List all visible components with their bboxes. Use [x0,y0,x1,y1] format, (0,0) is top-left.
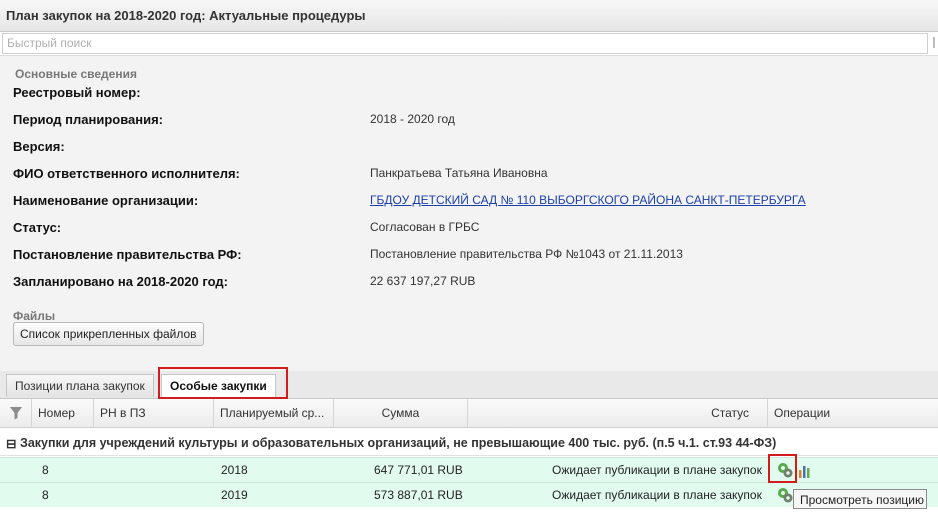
quick-search[interactable] [2,33,928,54]
column-header-planned[interactable]: Планируемый ср... [214,399,334,427]
window-title: План закупок на 2018-2020 год: Актуальны… [6,8,366,23]
search-input[interactable] [3,34,911,51]
column-header-sum[interactable]: Сумма [334,399,468,427]
field-label-planned-total: Запланировано на 2018-2020 год: [13,274,228,289]
field-value-executor: Панкратьева Татьяна Ивановна [370,166,548,180]
cell-number: 8 [42,488,49,502]
cell-sum: 573 887,01 RUB [374,488,463,502]
field-value-planning-period: 2018 - 2020 год [370,112,455,126]
field-label-planning-period: Период планирования: [13,112,164,127]
field-label-status: Статус: [13,220,62,235]
group-label: Закупки для учреждений культуры и образо… [20,436,777,450]
highlight-frame-operation [768,454,797,483]
field-label-organization: Наименование организации: [13,193,199,208]
table-row[interactable]: 8 2018 647 771,01 RUB Ожидает публикации… [0,457,938,483]
column-header-number[interactable]: Номер [32,399,94,427]
highlight-frame-tab [158,367,288,399]
cell-status: Ожидает публикации в плане закупок [552,463,762,477]
scrollbar-grip[interactable] [933,37,935,48]
group-toggle-icon[interactable]: ⊟ [6,436,16,451]
main-info-panel: Основные сведения Реестровый номер: Пери… [0,55,938,372]
organization-link[interactable]: ГБДОУ ДЕТСКИЙ САД № 110 ВЫБОРГСКОГО РАЙО… [370,193,806,207]
column-header-status[interactable]: Статус [468,399,768,427]
cell-sum: 647 771,01 RUB [374,463,463,477]
attached-files-button[interactable]: Список прикрепленных файлов [13,322,204,346]
column-header-operations[interactable]: Операции [768,399,938,427]
field-label-version: Версия: [13,139,65,154]
cell-status: Ожидает публикации в плане закупок [552,488,762,502]
filter-icon[interactable] [0,399,32,427]
field-value-status: Согласован в ГРБС [370,220,480,234]
section-title-files: Файлы [13,309,56,323]
statistics-icon[interactable] [798,464,812,478]
cell-number: 8 [42,463,49,477]
field-value-planned-total: 22 637 197,27 RUB [370,274,476,288]
tab-plan-positions[interactable]: Позиции плана закупок [6,374,154,397]
field-label-executor: ФИО ответственного исполнителя: [13,166,240,181]
field-label-registry-number: Реестровый номер: [13,85,141,100]
section-title-main-info: Основные сведения [15,67,137,81]
tooltip-view-position: Просмотреть позицию [793,489,927,509]
grid-group-row[interactable]: ⊟ Закупки для учреждений культуры и обра… [0,431,938,456]
field-value-decree: Постановление правительства РФ №1043 от … [370,247,683,261]
view-position-gear-icon[interactable] [776,486,794,504]
cell-planned: 2018 [221,463,248,477]
grid-header: Номер РН в ПЗ Планируемый ср... Сумма Ст… [0,399,938,428]
column-header-rn[interactable]: РН в ПЗ [94,399,214,427]
tab-bar: Позиции плана закупок Особые закупки [0,371,938,399]
cell-planned: 2019 [221,488,248,502]
window-titlebar: План закупок на 2018-2020 год: Актуальны… [0,0,938,32]
field-label-decree: Постановление правительства РФ: [13,247,242,262]
